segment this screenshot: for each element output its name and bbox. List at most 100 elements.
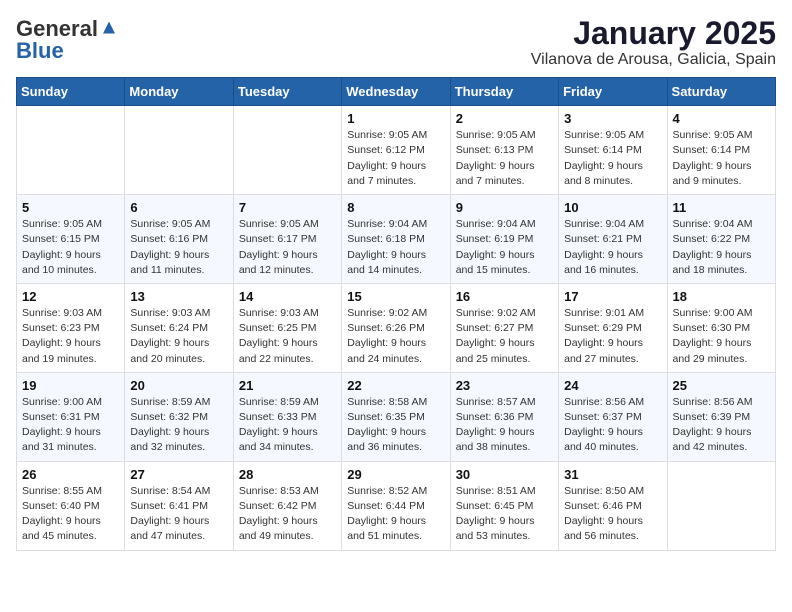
calendar-cell: 30 Sunrise: 8:51 AM Sunset: 6:45 PM Dayli… [450, 461, 558, 550]
calendar-cell: 28 Sunrise: 8:53 AM Sunset: 6:42 PM Dayli… [233, 461, 341, 550]
calendar-cell: 18 Sunrise: 9:00 AM Sunset: 6:30 PM Dayli… [667, 283, 775, 372]
calendar-cell: 11 Sunrise: 9:04 AM Sunset: 6:22 PM Dayli… [667, 195, 775, 284]
day-info: Sunrise: 9:05 AM Sunset: 6:15 PM Dayligh… [22, 217, 119, 278]
calendar-cell [667, 461, 775, 550]
day-info: Sunrise: 9:03 AM Sunset: 6:25 PM Dayligh… [239, 306, 336, 367]
logo: General Blue [16, 16, 118, 64]
day-number: 14 [239, 289, 336, 304]
day-info: Sunrise: 9:05 AM Sunset: 6:17 PM Dayligh… [239, 217, 336, 278]
day-number: 1 [347, 111, 444, 126]
calendar-cell: 16 Sunrise: 9:02 AM Sunset: 6:27 PM Dayli… [450, 283, 558, 372]
calendar-week-row: 5Sunrise: 9:05 AM Sunset: 6:15 PM Daylig… [17, 195, 776, 284]
day-number: 12 [22, 289, 119, 304]
day-number: 13 [130, 289, 227, 304]
day-info: Sunrise: 8:53 AM Sunset: 6:42 PM Dayligh… [239, 484, 336, 545]
weekday-header-saturday: Saturday [667, 78, 775, 106]
day-number: 17 [564, 289, 661, 304]
calendar-cell: 20Sunrise: 8:59 AM Sunset: 6:32 PM Dayli… [125, 372, 233, 461]
calendar-cell: 1 Sunrise: 9:05 AM Sunset: 6:12 PM Daylig… [342, 106, 450, 195]
day-info: Sunrise: 9:05 AM Sunset: 6:13 PM Dayligh… [456, 128, 553, 189]
day-number: 7 [239, 200, 336, 215]
calendar-cell: 13Sunrise: 9:03 AM Sunset: 6:24 PM Dayli… [125, 283, 233, 372]
calendar-cell: 14 Sunrise: 9:03 AM Sunset: 6:25 PM Dayli… [233, 283, 341, 372]
day-info: Sunrise: 8:56 AM Sunset: 6:37 PM Dayligh… [564, 395, 661, 456]
day-info: Sunrise: 9:04 AM Sunset: 6:18 PM Dayligh… [347, 217, 444, 278]
calendar-cell: 4 Sunrise: 9:05 AM Sunset: 6:14 PM Daylig… [667, 106, 775, 195]
day-number: 2 [456, 111, 553, 126]
day-number: 11 [673, 200, 770, 215]
day-info: Sunrise: 9:02 AM Sunset: 6:26 PM Dayligh… [347, 306, 444, 367]
logo-icon [100, 20, 118, 38]
day-info: Sunrise: 9:02 AM Sunset: 6:27 PM Dayligh… [456, 306, 553, 367]
calendar-cell [17, 106, 125, 195]
calendar-cell: 19 Sunrise: 9:00 AM Sunset: 6:31 PM Dayli… [17, 372, 125, 461]
day-number: 6 [130, 200, 227, 215]
calendar-cell [125, 106, 233, 195]
day-info: Sunrise: 9:01 AM Sunset: 6:29 PM Dayligh… [564, 306, 661, 367]
calendar-cell: 29 Sunrise: 8:52 AM Sunset: 6:44 PM Dayli… [342, 461, 450, 550]
day-info: Sunrise: 9:03 AM Sunset: 6:23 PM Dayligh… [22, 306, 119, 367]
calendar-cell: 27 Sunrise: 8:54 AM Sunset: 6:41 PM Dayli… [125, 461, 233, 550]
day-number: 26 [22, 467, 119, 482]
calendar-cell: 21 Sunrise: 8:59 AM Sunset: 6:33 PM Dayli… [233, 372, 341, 461]
calendar-cell: 24 Sunrise: 8:56 AM Sunset: 6:37 PM Dayli… [559, 372, 667, 461]
page-header: General Blue January 2025 Vilanova de Ar… [16, 16, 776, 69]
weekday-header-friday: Friday [559, 78, 667, 106]
day-info: Sunrise: 8:51 AM Sunset: 6:45 PM Dayligh… [456, 484, 553, 545]
day-number: 31 [564, 467, 661, 482]
day-info: Sunrise: 9:04 AM Sunset: 6:21 PM Dayligh… [564, 217, 661, 278]
month-year-title: January 2025 [531, 16, 776, 51]
calendar-cell: 2 Sunrise: 9:05 AM Sunset: 6:13 PM Daylig… [450, 106, 558, 195]
calendar-cell: 10 Sunrise: 9:04 AM Sunset: 6:21 PM Dayli… [559, 195, 667, 284]
calendar-cell: 22Sunrise: 8:58 AM Sunset: 6:35 PM Dayli… [342, 372, 450, 461]
weekday-header-thursday: Thursday [450, 78, 558, 106]
weekday-header-monday: Monday [125, 78, 233, 106]
calendar-cell [233, 106, 341, 195]
day-info: Sunrise: 8:50 AM Sunset: 6:46 PM Dayligh… [564, 484, 661, 545]
day-number: 25 [673, 378, 770, 393]
calendar-cell: 3Sunrise: 9:05 AM Sunset: 6:14 PM Daylig… [559, 106, 667, 195]
day-info: Sunrise: 8:52 AM Sunset: 6:44 PM Dayligh… [347, 484, 444, 545]
day-number: 20 [130, 378, 227, 393]
title-block: January 2025 Vilanova de Arousa, Galicia… [531, 16, 776, 69]
day-number: 21 [239, 378, 336, 393]
day-info: Sunrise: 9:04 AM Sunset: 6:22 PM Dayligh… [673, 217, 770, 278]
calendar-week-row: 19 Sunrise: 9:00 AM Sunset: 6:31 PM Dayli… [17, 372, 776, 461]
calendar-week-row: 1 Sunrise: 9:05 AM Sunset: 6:12 PM Daylig… [17, 106, 776, 195]
day-number: 24 [564, 378, 661, 393]
day-info: Sunrise: 8:54 AM Sunset: 6:41 PM Dayligh… [130, 484, 227, 545]
day-info: Sunrise: 8:57 AM Sunset: 6:36 PM Dayligh… [456, 395, 553, 456]
day-info: Sunrise: 8:55 AM Sunset: 6:40 PM Dayligh… [22, 484, 119, 545]
day-info: Sunrise: 8:59 AM Sunset: 6:33 PM Dayligh… [239, 395, 336, 456]
day-number: 3 [564, 111, 661, 126]
day-info: Sunrise: 9:05 AM Sunset: 6:12 PM Dayligh… [347, 128, 444, 189]
weekday-header-sunday: Sunday [17, 78, 125, 106]
day-info: Sunrise: 9:05 AM Sunset: 6:16 PM Dayligh… [130, 217, 227, 278]
logo-blue-text: Blue [16, 38, 64, 64]
calendar-cell: 25Sunrise: 8:56 AM Sunset: 6:39 PM Dayli… [667, 372, 775, 461]
day-number: 30 [456, 467, 553, 482]
weekday-header-tuesday: Tuesday [233, 78, 341, 106]
day-number: 10 [564, 200, 661, 215]
day-info: Sunrise: 9:05 AM Sunset: 6:14 PM Dayligh… [673, 128, 770, 189]
calendar-cell: 31 Sunrise: 8:50 AM Sunset: 6:46 PM Dayli… [559, 461, 667, 550]
day-number: 4 [673, 111, 770, 126]
calendar-cell: 5Sunrise: 9:05 AM Sunset: 6:15 PM Daylig… [17, 195, 125, 284]
calendar-cell: 26 Sunrise: 8:55 AM Sunset: 6:40 PM Dayli… [17, 461, 125, 550]
day-number: 27 [130, 467, 227, 482]
day-number: 28 [239, 467, 336, 482]
day-number: 18 [673, 289, 770, 304]
calendar-cell: 8Sunrise: 9:04 AM Sunset: 6:18 PM Daylig… [342, 195, 450, 284]
calendar-cell: 17 Sunrise: 9:01 AM Sunset: 6:29 PM Dayli… [559, 283, 667, 372]
calendar-cell: 15Sunrise: 9:02 AM Sunset: 6:26 PM Dayli… [342, 283, 450, 372]
calendar-header-row: SundayMondayTuesdayWednesdayThursdayFrid… [17, 78, 776, 106]
day-info: Sunrise: 9:00 AM Sunset: 6:31 PM Dayligh… [22, 395, 119, 456]
day-info: Sunrise: 9:00 AM Sunset: 6:30 PM Dayligh… [673, 306, 770, 367]
day-number: 29 [347, 467, 444, 482]
day-info: Sunrise: 8:58 AM Sunset: 6:35 PM Dayligh… [347, 395, 444, 456]
day-number: 19 [22, 378, 119, 393]
day-number: 23 [456, 378, 553, 393]
calendar-cell: 23 Sunrise: 8:57 AM Sunset: 6:36 PM Dayli… [450, 372, 558, 461]
calendar-table: SundayMondayTuesdayWednesdayThursdayFrid… [16, 77, 776, 550]
day-number: 16 [456, 289, 553, 304]
